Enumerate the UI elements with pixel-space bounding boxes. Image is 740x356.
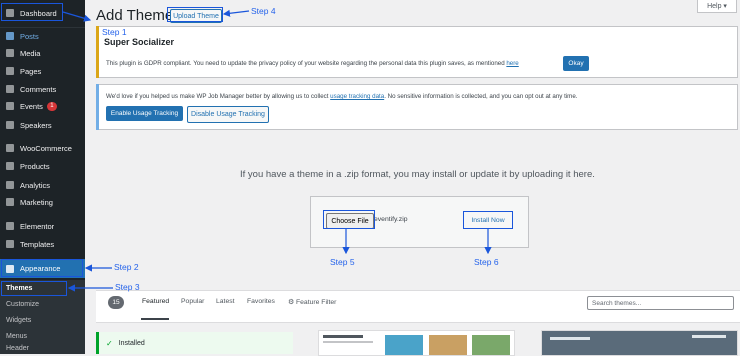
arrow-step4 (222, 9, 250, 17)
annotation-arrows (62, 9, 492, 292)
arrow-dashboard (62, 11, 92, 22)
